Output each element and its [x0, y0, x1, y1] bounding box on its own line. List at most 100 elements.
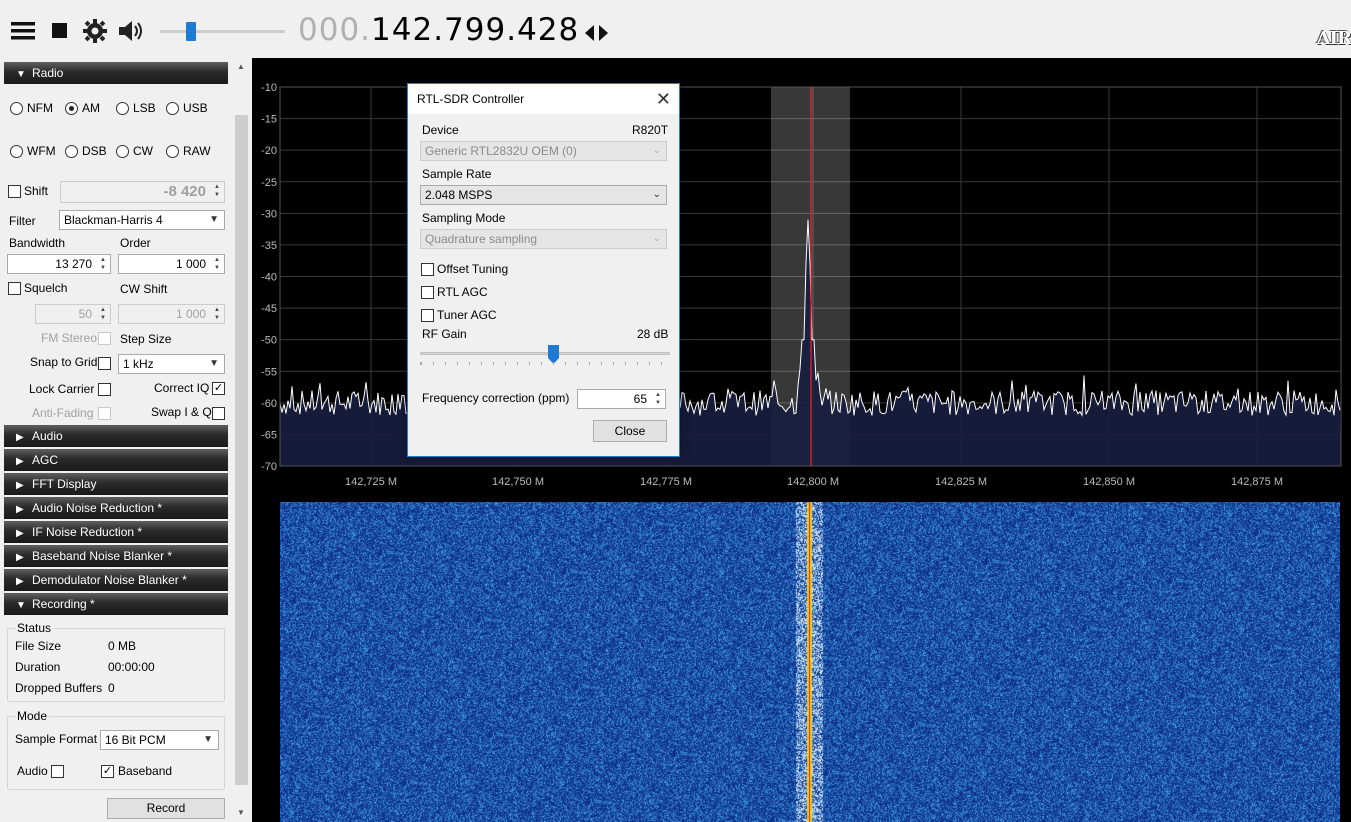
chevron-down-icon: ⌄	[652, 145, 661, 156]
sample-rate-select[interactable]: 2.048 MSPS ⌄	[420, 185, 667, 205]
fm-stereo-checkbox[interactable]	[98, 332, 111, 345]
tuner-agc-checkbox[interactable]	[421, 309, 434, 322]
y-tick-label: -40	[261, 272, 277, 284]
snap-to-grid-checkbox[interactable]	[98, 357, 111, 370]
mode-radio-raw[interactable]	[166, 145, 179, 158]
sample-format-value: 16 Bit PCM	[105, 733, 166, 747]
chevron-right-icon: ▶	[16, 552, 24, 563]
mode-label-usb: USB	[183, 101, 208, 115]
filter-select[interactable]: Blackman-Harris 4 ▼	[59, 210, 225, 230]
rf-gain-slider[interactable]	[420, 344, 670, 366]
chevron-right-icon: ▶	[16, 576, 24, 587]
audio-record-label: Audio	[17, 764, 48, 778]
frequency-correction-value: 65	[633, 392, 647, 406]
panel-header-demodulator-noise-blanker[interactable]: ▶ Demodulator Noise Blanker *	[4, 569, 228, 591]
panel-header-fft-display[interactable]: ▶ FFT Display	[4, 473, 228, 495]
mode-radio-am[interactable]	[65, 102, 78, 115]
gear-icon[interactable]	[82, 18, 108, 44]
toolbar: 000.142.799.428 AIR	[0, 0, 1351, 60]
lock-carrier-checkbox[interactable]	[98, 383, 111, 396]
correct-iq-label: Correct IQ	[154, 381, 210, 395]
sidebar-scrollbar[interactable]: ▲ ▼	[233, 60, 250, 822]
chevron-right-icon: ▶	[16, 456, 24, 467]
frequency-digits[interactable]: 142.799.428	[371, 12, 579, 48]
spinner-icon[interactable]: ▲ ▼	[211, 183, 223, 199]
snap-to-grid-label: Snap to Grid	[30, 355, 98, 369]
waterfall-display[interactable]	[252, 500, 1351, 822]
rtl-agc-checkbox[interactable]	[421, 286, 434, 299]
scrollbar-thumb[interactable]	[235, 115, 248, 785]
shift-checkbox[interactable]	[8, 185, 21, 198]
squelch-input[interactable]: 50 ▲ ▼	[35, 304, 111, 324]
mode-radio-nfm[interactable]	[10, 102, 23, 115]
frequency-correction-input[interactable]: 65 ▲ ▼	[577, 389, 666, 409]
dialog-titlebar[interactable]: RTL-SDR Controller ✕	[408, 84, 679, 114]
scroll-up-icon[interactable]: ▲	[237, 62, 245, 71]
filter-label: Filter	[9, 214, 36, 228]
squelch-label: Squelch	[24, 281, 68, 295]
record-button[interactable]: Record	[107, 798, 225, 819]
anti-fading-checkbox[interactable]	[98, 407, 111, 420]
swap-iq-checkbox[interactable]	[212, 407, 225, 420]
spinner-icon[interactable]: ▲ ▼	[652, 391, 664, 407]
sampling-mode-select[interactable]: Quadrature sampling ⌄	[420, 229, 667, 249]
chevron-down-icon: ▼	[16, 600, 26, 611]
waterfall-canvas[interactable]	[280, 502, 1340, 822]
mode-radio-dsb[interactable]	[65, 145, 78, 158]
panel-header-baseband-noise-blanker[interactable]: ▶ Baseband Noise Blanker *	[4, 545, 228, 567]
panel-header-if-noise-reduction[interactable]: ▶ IF Noise Reduction *	[4, 521, 228, 543]
order-input[interactable]: 1 000 ▲ ▼	[118, 254, 225, 274]
order-label: Order	[120, 236, 151, 250]
panel-header-audio[interactable]: ▶ Audio	[4, 425, 228, 447]
panel-header-label: IF Noise Reduction *	[32, 525, 143, 539]
step-size-value: 1 kHz	[123, 357, 154, 371]
volume-slider[interactable]	[160, 20, 285, 44]
audio-record-checkbox[interactable]	[51, 765, 64, 778]
squelch-checkbox[interactable]	[8, 282, 21, 295]
mode-label-cw: CW	[133, 144, 153, 158]
chevron-down-icon: ▼	[16, 69, 26, 80]
close-button[interactable]: Close	[593, 420, 667, 442]
device-select[interactable]: Generic RTL2832U OEM (0) ⌄	[420, 141, 667, 161]
sample-format-select[interactable]: 16 Bit PCM ▼	[100, 730, 219, 750]
sample-format-label: Sample Format	[15, 732, 98, 746]
panel-header-agc[interactable]: ▶ AGC	[4, 449, 228, 471]
volume-slider-thumb[interactable]	[186, 22, 196, 41]
mode-radio-cw[interactable]	[116, 145, 129, 158]
spinner-icon[interactable]: ▲ ▼	[97, 256, 109, 272]
scroll-down-icon[interactable]: ▼	[237, 808, 245, 817]
panel-header-audio-noise-reduction[interactable]: ▶ Audio Noise Reduction *	[4, 497, 228, 519]
recording-panel-header[interactable]: ▼ Recording *	[4, 593, 228, 615]
baseband-record-checkbox[interactable]: ✓	[101, 765, 114, 778]
tuning-arrows-icon[interactable]	[584, 24, 610, 42]
panel-header-label: FFT Display	[32, 477, 97, 491]
y-tick-label: -50	[261, 335, 277, 347]
radio-panel-header[interactable]: ▼ Radio	[4, 62, 228, 84]
device-value: Generic RTL2832U OEM (0)	[425, 144, 577, 158]
y-tick-label: -25	[261, 177, 277, 189]
spinner-icon[interactable]: ▲ ▼	[97, 306, 109, 322]
mode-radio-lsb[interactable]	[116, 102, 129, 115]
cw-shift-input[interactable]: 1 000 ▲ ▼	[118, 304, 225, 324]
frequency-display[interactable]: 000.142.799.428	[298, 12, 579, 48]
menu-icon[interactable]	[10, 18, 36, 44]
mode-label-wfm: WFM	[27, 144, 56, 158]
duration-label: Duration	[15, 660, 61, 674]
spinner-icon[interactable]: ▲ ▼	[211, 256, 223, 272]
close-icon[interactable]: ✕	[656, 84, 671, 114]
cw-shift-value: 1 000	[175, 307, 206, 321]
step-size-select[interactable]: 1 kHz ▼	[118, 354, 225, 374]
mode-radio-wfm[interactable]	[10, 145, 23, 158]
spinner-icon[interactable]: ▲ ▼	[211, 306, 223, 322]
speaker-icon[interactable]	[117, 18, 145, 44]
bandwidth-input[interactable]: 13 270 ▲ ▼	[7, 254, 111, 274]
stop-icon[interactable]	[50, 18, 70, 44]
offset-tuning-checkbox[interactable]	[421, 263, 434, 276]
squelch-value: 50	[78, 307, 92, 321]
bandwidth-value: 13 270	[55, 257, 92, 271]
correct-iq-checkbox[interactable]: ✓	[212, 382, 225, 395]
shift-input[interactable]: -8 420 ▲ ▼	[60, 181, 225, 203]
mode-label-raw: RAW	[183, 144, 211, 158]
mode-radio-usb[interactable]	[166, 102, 179, 115]
frequency-leading-digits[interactable]: 000.	[298, 12, 371, 48]
